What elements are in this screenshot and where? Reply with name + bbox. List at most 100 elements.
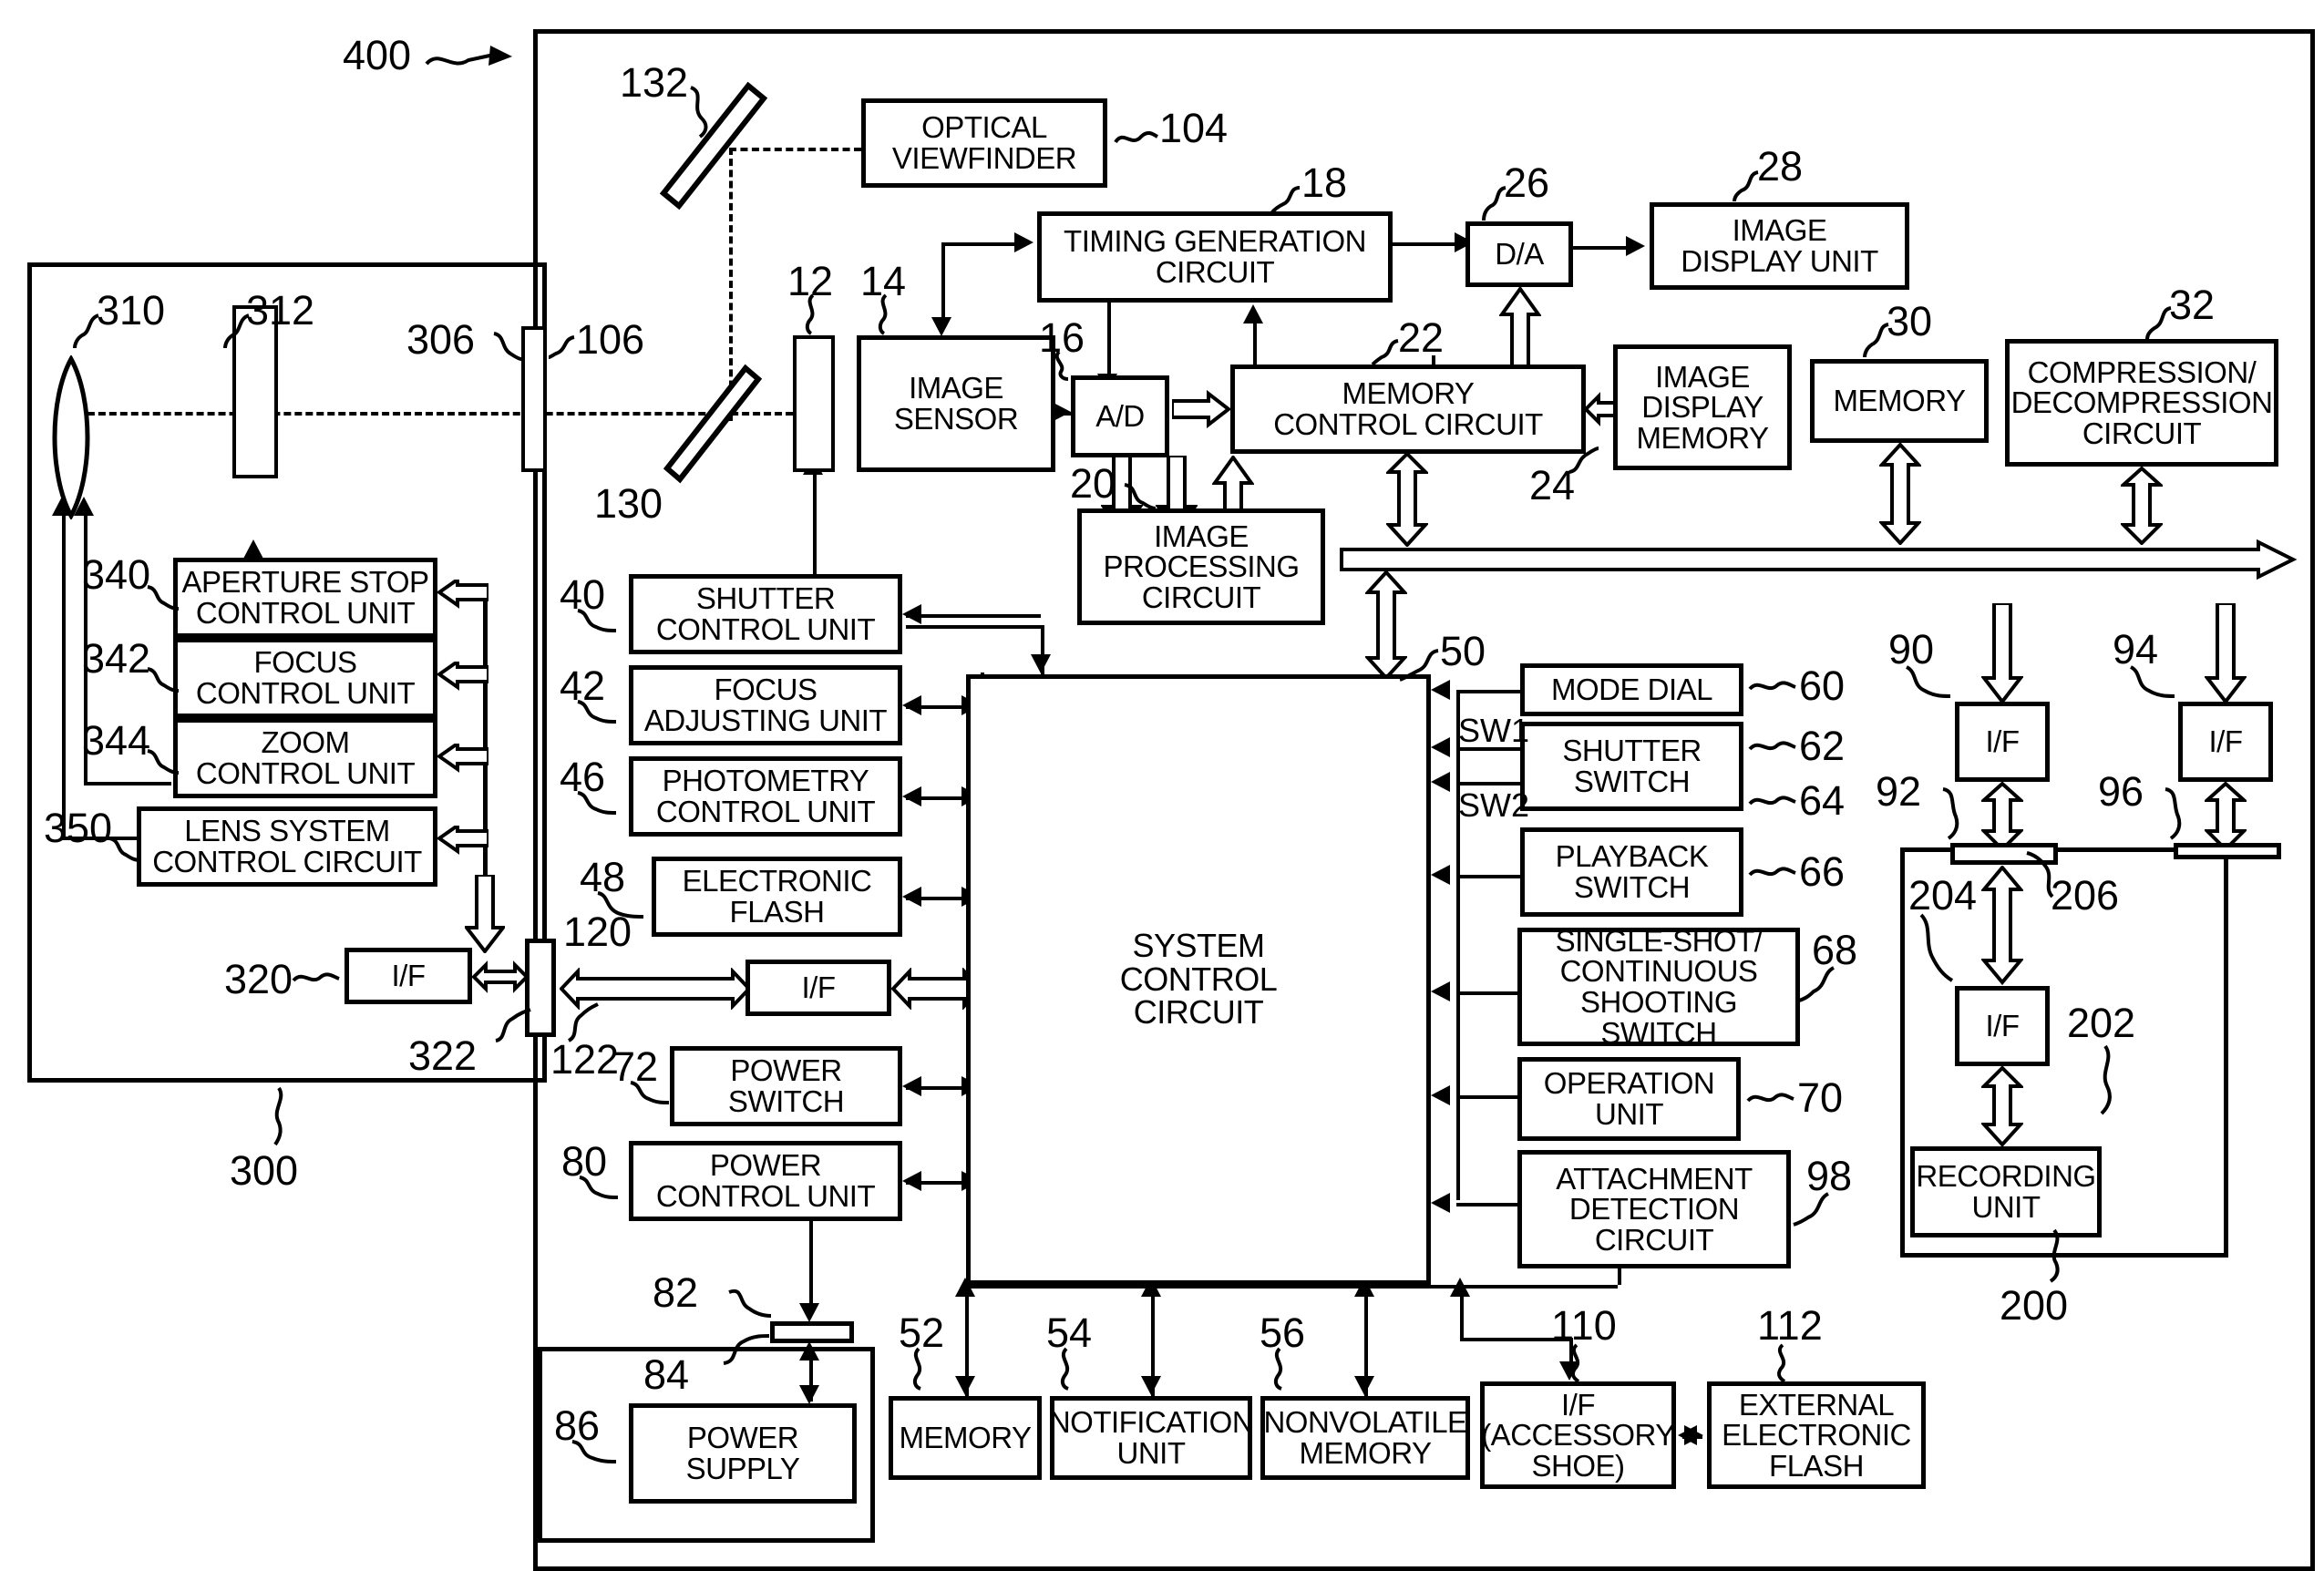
ref-344: 344 [82, 717, 151, 764]
ref-30: 30 [1887, 298, 1933, 344]
memctl-to-tgc-arrow [1243, 304, 1263, 323]
ref-400: 400 [343, 32, 412, 78]
ref-68: 68 [1812, 927, 1858, 973]
shutter-control-unit[interactable]: SHUTTER CONTROL UNIT [629, 574, 902, 654]
sys-flash-arrow-l [902, 887, 921, 907]
ref-66-leader [1748, 862, 1799, 884]
tgc-to-sensor-v [941, 242, 945, 317]
ref-52: 52 [899, 1309, 945, 1356]
ref-14: 14 [860, 258, 907, 304]
optical-viewfinder: OPTICAL VIEWFINDER [861, 98, 1107, 188]
sys-powersw-arrow-l [902, 1076, 921, 1096]
focus-control-unit[interactable]: FOCUS CONTROL UNIT [173, 638, 437, 718]
if94-to-connector-arrow [2205, 782, 2247, 851]
ref-86: 86 [554, 1402, 601, 1449]
lens-interface-320-label: I/F [391, 959, 427, 993]
ref-72: 72 [612, 1043, 659, 1090]
sys-focusadj-arrow-l [902, 695, 921, 715]
memory-control-circuit-label: MEMORY CONTROL CIRCUIT [1273, 376, 1543, 441]
single-continuous-shooting-switch[interactable]: SINGLE-SHOT/ CONTINUOUS SHOOTING SWITCH [1517, 923, 1800, 1050]
interface-94: I/F [2178, 702, 2273, 782]
interface-90: I/F [1955, 702, 2050, 782]
lens-interface-320[interactable]: I/F [344, 948, 472, 1004]
ref-300: 300 [230, 1147, 299, 1194]
aperture-stop-control-unit[interactable]: APERTURE STOP CONTROL UNIT [173, 558, 437, 638]
connector-to-if204-arrow [1981, 866, 2023, 986]
focus-adjusting-unit[interactable]: FOCUS ADJUSTING UNIT [629, 665, 902, 745]
playback-switch[interactable]: PLAYBACK SWITCH [1520, 827, 1743, 917]
ref-60: 60 [1799, 662, 1846, 709]
photometry-control-unit[interactable]: PHOTOMETRY CONTROL UNIT [629, 756, 902, 837]
digital-analog-converter: D/A [1465, 221, 1573, 287]
shutter-switch[interactable]: SHUTTER SWITCH [1520, 722, 1743, 811]
aperture-stop-control-unit-label: APERTURE STOP CONTROL UNIT [181, 565, 429, 630]
ref-40: 40 [560, 571, 606, 618]
ref-204-leader [1919, 911, 1959, 984]
timing-generation-circuit: TIMING GENERATION CIRCUIT [1037, 211, 1393, 303]
bus-to-aperture-arrow [437, 580, 488, 620]
sw2-line [1456, 782, 1520, 786]
memory52-arrow-d [955, 1376, 975, 1395]
ref-400-leader [425, 44, 525, 77]
ref-120: 120 [563, 909, 632, 955]
aperture-drive-arrow [243, 539, 263, 559]
sys-powerctl-arrow-l [902, 1171, 921, 1191]
ref-106: 106 [576, 316, 645, 363]
memory-52: MEMORY [889, 1396, 1042, 1480]
psu-up-arrow [799, 1341, 819, 1361]
single-continuous-shooting-switch-label: SINGLE-SHOT/ CONTINUOUS SHOOTING SWITCH [1555, 923, 1763, 1050]
ref-340: 340 [82, 551, 151, 598]
ref-18-leader [1267, 184, 1305, 217]
ref-122: 122 [550, 1036, 620, 1083]
main-data-bus [1336, 539, 2298, 580]
if204-to-recording-arrow [1981, 1066, 2023, 1146]
ref-84-leader [722, 1329, 773, 1369]
power-switch[interactable]: POWER SWITCH [670, 1046, 902, 1126]
power-switch-label: POWER SWITCH [727, 1053, 845, 1118]
analog-digital-converter: A/D [1071, 375, 1169, 457]
operation-unit[interactable]: OPERATION UNIT [1517, 1057, 1741, 1141]
sys-top-inlet-h [906, 625, 1043, 629]
ref-110-leader [1566, 1343, 1591, 1383]
ref-200-leader [2040, 1228, 2071, 1283]
lens-drive-line-a [62, 510, 66, 838]
sw2-arrow [1431, 772, 1450, 792]
playback-line [1456, 875, 1520, 878]
electronic-flash-label: ELECTRONIC FLASH [682, 864, 872, 929]
ref-96-leader [2164, 786, 2202, 842]
ref-66: 66 [1799, 848, 1846, 895]
ref-82-leader [727, 1285, 776, 1325]
bus-to-lens-sys-arrow [437, 826, 488, 866]
ref-20-leader [1123, 481, 1159, 514]
ref-320-leader [292, 968, 343, 990]
shooting-arrow [1431, 981, 1450, 1001]
electronic-flash[interactable]: ELECTRONIC FLASH [652, 857, 902, 937]
ref-350-leader [108, 835, 144, 866]
ref-80: 80 [561, 1138, 608, 1185]
lens-mount-contacts-306 [521, 326, 547, 472]
ref-204: 204 [1908, 872, 1978, 919]
ref-342-leader [146, 665, 182, 696]
zoom-control-unit[interactable]: ZOOM CONTROL UNIT [173, 718, 437, 798]
notification-unit-label: NOTIFICATION UNIT [1048, 1405, 1254, 1470]
ref-92: 92 [1876, 768, 1922, 815]
lens-element-icon [44, 354, 98, 521]
ref-112-leader [1772, 1343, 1797, 1383]
shutter-switch-label: SHUTTER SWITCH [1562, 734, 1702, 798]
image-display-unit-label: IMAGE DISPLAY UNIT [1681, 213, 1878, 278]
ref-110: 110 [1551, 1302, 1617, 1349]
focus-adjusting-unit-label: FOCUS ADJUSTING UNIT [643, 673, 888, 737]
bus-to-if90-arrow [1981, 603, 2023, 705]
power-control-unit[interactable]: POWER CONTROL UNIT [629, 1141, 902, 1221]
ref-56: 56 [1260, 1309, 1306, 1356]
interface-94-label: I/F [2208, 724, 2244, 759]
compression-decompression-circuit: COMPRESSION/ DECOMPRESSION CIRCUIT [2005, 339, 2278, 467]
switch-bus-v [1456, 690, 1460, 1200]
interface-204: I/F [1955, 986, 2050, 1066]
da-to-display-h [1573, 246, 1626, 250]
playback-arrow [1431, 865, 1450, 885]
mode-dial[interactable]: MODE DIAL [1520, 663, 1743, 716]
ref-26: 26 [1504, 159, 1550, 206]
lens-system-control-circuit[interactable]: LENS SYSTEM CONTROL CIRCUIT [137, 806, 437, 887]
ref-300-leader [266, 1086, 293, 1146]
